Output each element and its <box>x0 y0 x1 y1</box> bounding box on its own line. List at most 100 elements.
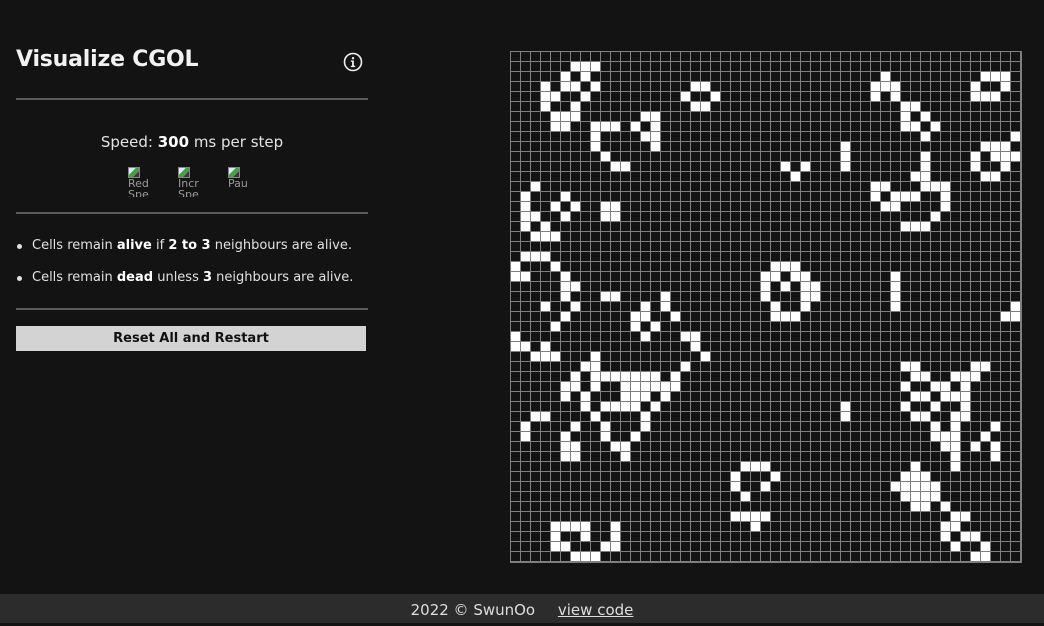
dead-cell[interactable] <box>831 412 840 421</box>
dead-cell[interactable] <box>891 502 900 511</box>
dead-cell[interactable] <box>711 222 720 231</box>
dead-cell[interactable] <box>941 272 950 281</box>
dead-cell[interactable] <box>931 192 940 201</box>
dead-cell[interactable] <box>911 252 920 261</box>
dead-cell[interactable] <box>641 532 650 541</box>
dead-cell[interactable] <box>641 62 650 71</box>
dead-cell[interactable] <box>831 142 840 151</box>
dead-cell[interactable] <box>761 132 770 141</box>
dead-cell[interactable] <box>531 402 540 411</box>
dead-cell[interactable] <box>631 202 640 211</box>
alive-cell[interactable] <box>611 522 620 531</box>
dead-cell[interactable] <box>541 62 550 71</box>
alive-cell[interactable] <box>591 362 600 371</box>
dead-cell[interactable] <box>891 432 900 441</box>
dead-cell[interactable] <box>981 82 990 91</box>
alive-cell[interactable] <box>531 212 540 221</box>
dead-cell[interactable] <box>571 352 580 361</box>
dead-cell[interactable] <box>781 322 790 331</box>
dead-cell[interactable] <box>621 242 630 251</box>
dead-cell[interactable] <box>551 402 560 411</box>
dead-cell[interactable] <box>651 212 660 221</box>
dead-cell[interactable] <box>841 52 850 61</box>
dead-cell[interactable] <box>991 552 1000 561</box>
dead-cell[interactable] <box>541 152 550 161</box>
dead-cell[interactable] <box>801 362 810 371</box>
dead-cell[interactable] <box>971 322 980 331</box>
dead-cell[interactable] <box>541 272 550 281</box>
dead-cell[interactable] <box>641 442 650 451</box>
dead-cell[interactable] <box>641 462 650 471</box>
dead-cell[interactable] <box>751 532 760 541</box>
dead-cell[interactable] <box>731 82 740 91</box>
alive-cell[interactable] <box>801 272 810 281</box>
dead-cell[interactable] <box>801 422 810 431</box>
alive-cell[interactable] <box>561 542 570 551</box>
dead-cell[interactable] <box>511 452 520 461</box>
dead-cell[interactable] <box>521 152 530 161</box>
dead-cell[interactable] <box>651 512 660 521</box>
dead-cell[interactable] <box>641 252 650 261</box>
dead-cell[interactable] <box>861 162 870 171</box>
dead-cell[interactable] <box>691 252 700 261</box>
dead-cell[interactable] <box>541 72 550 81</box>
dead-cell[interactable] <box>811 62 820 71</box>
dead-cell[interactable] <box>971 282 980 291</box>
dead-cell[interactable] <box>531 302 540 311</box>
dead-cell[interactable] <box>621 172 630 181</box>
dead-cell[interactable] <box>961 232 970 241</box>
dead-cell[interactable] <box>561 202 570 211</box>
alive-cell[interactable] <box>581 522 590 531</box>
alive-cell[interactable] <box>1011 132 1020 141</box>
dead-cell[interactable] <box>511 382 520 391</box>
alive-cell[interactable] <box>771 472 780 481</box>
dead-cell[interactable] <box>681 192 690 201</box>
dead-cell[interactable] <box>961 452 970 461</box>
dead-cell[interactable] <box>781 252 790 261</box>
dead-cell[interactable] <box>1001 352 1010 361</box>
alive-cell[interactable] <box>561 382 570 391</box>
dead-cell[interactable] <box>791 52 800 61</box>
dead-cell[interactable] <box>871 462 880 471</box>
dead-cell[interactable] <box>761 172 770 181</box>
dead-cell[interactable] <box>751 102 760 111</box>
dead-cell[interactable] <box>851 512 860 521</box>
dead-cell[interactable] <box>871 332 880 341</box>
dead-cell[interactable] <box>691 322 700 331</box>
dead-cell[interactable] <box>831 522 840 531</box>
dead-cell[interactable] <box>861 342 870 351</box>
dead-cell[interactable] <box>741 272 750 281</box>
dead-cell[interactable] <box>651 152 660 161</box>
dead-cell[interactable] <box>951 482 960 491</box>
dead-cell[interactable] <box>1011 342 1020 351</box>
dead-cell[interactable] <box>641 342 650 351</box>
dead-cell[interactable] <box>781 332 790 341</box>
dead-cell[interactable] <box>631 492 640 501</box>
dead-cell[interactable] <box>911 312 920 321</box>
dead-cell[interactable] <box>701 172 710 181</box>
dead-cell[interactable] <box>601 142 610 151</box>
alive-cell[interactable] <box>521 272 530 281</box>
dead-cell[interactable] <box>961 552 970 561</box>
dead-cell[interactable] <box>661 192 670 201</box>
dead-cell[interactable] <box>531 422 540 431</box>
dead-cell[interactable] <box>791 152 800 161</box>
dead-cell[interactable] <box>991 412 1000 421</box>
dead-cell[interactable] <box>801 382 810 391</box>
dead-cell[interactable] <box>511 182 520 191</box>
dead-cell[interactable] <box>851 382 860 391</box>
dead-cell[interactable] <box>891 332 900 341</box>
dead-cell[interactable] <box>971 62 980 71</box>
dead-cell[interactable] <box>841 62 850 71</box>
dead-cell[interactable] <box>781 482 790 491</box>
dead-cell[interactable] <box>701 422 710 431</box>
dead-cell[interactable] <box>701 492 710 501</box>
dead-cell[interactable] <box>541 292 550 301</box>
dead-cell[interactable] <box>631 192 640 201</box>
dead-cell[interactable] <box>751 122 760 131</box>
dead-cell[interactable] <box>671 52 680 61</box>
dead-cell[interactable] <box>631 172 640 181</box>
alive-cell[interactable] <box>551 542 560 551</box>
dead-cell[interactable] <box>821 392 830 401</box>
dead-cell[interactable] <box>791 112 800 121</box>
